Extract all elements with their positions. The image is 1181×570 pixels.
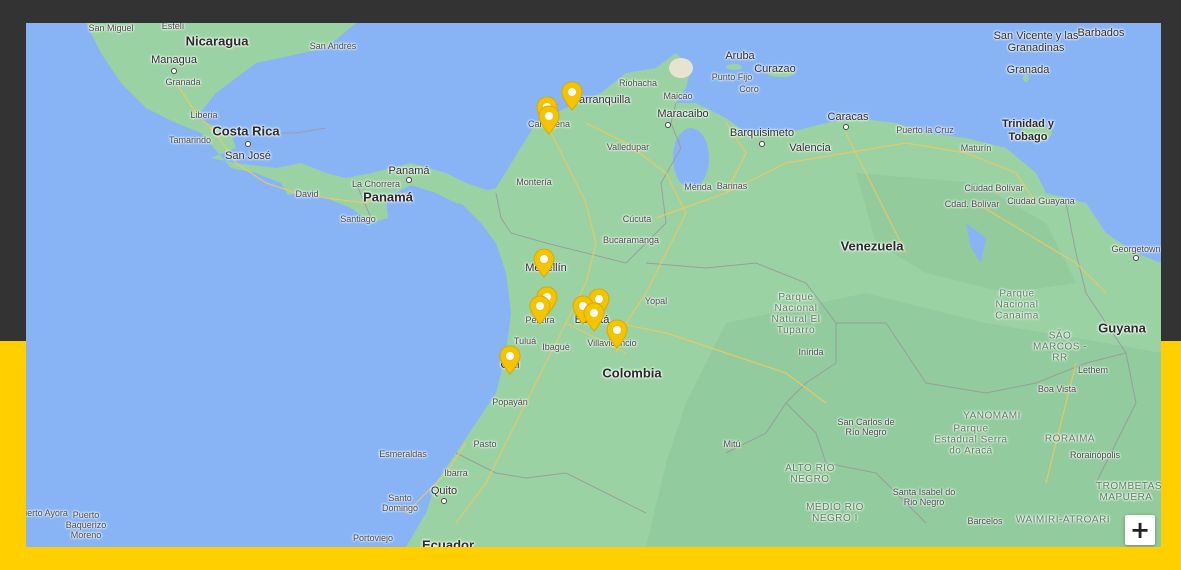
label-city-panama: Panamá — [388, 165, 430, 177]
label-city-curazao: Curazao — [754, 63, 796, 75]
label-country-trinidad: Trinidad y Tobago — [1002, 118, 1054, 143]
label-city-santa-isabel: Santa Isabel do Rio Negro — [892, 487, 956, 507]
label-city-yopal: Yopal — [644, 296, 668, 306]
label-city-cucuta: Cúcuta — [622, 214, 652, 224]
city-dot-managua — [171, 68, 177, 74]
label-city-quito: Quito — [430, 485, 458, 497]
city-dot-quito — [441, 498, 447, 504]
label-country-ecuador: Ecuador — [421, 537, 475, 548]
location-pin-icon[interactable] — [561, 81, 583, 111]
label-city-san-vicente: San Vicente y las Granadinas — [993, 30, 1079, 54]
location-pin-icon[interactable] — [538, 105, 560, 135]
label-region-canaima: Parque Nacional Canaima — [995, 288, 1039, 322]
label-city-maracaibo: Maracaibo — [657, 108, 709, 120]
location-pin-icon[interactable] — [529, 295, 551, 325]
label-city-granada-ni: Granada — [165, 77, 201, 87]
label-city-barcelos: Barcelos — [967, 516, 1003, 526]
label-city-managua: Managua — [151, 54, 197, 66]
label-region-sao-marcos: SÃO MARCOS - RR — [1033, 330, 1087, 364]
location-pin-icon[interactable] — [606, 319, 628, 349]
label-country-guyana: Guyana — [1098, 320, 1146, 336]
city-dot-maracaibo — [665, 122, 671, 128]
label-city-santo-domingo: Santo Domingo — [381, 493, 419, 513]
label-city-rorainopolis: Rorainópolis — [1069, 450, 1121, 460]
label-city-boa-vista: Boa Vista — [1037, 384, 1077, 394]
map-viewport[interactable]: Nicaragua Costa Rica Panamá Venezuela Co… — [26, 23, 1161, 547]
label-city-ciudad-bolivar: Ciudad Bolívar — [964, 183, 1024, 193]
label-city-ibarra: Ibarra — [444, 468, 468, 478]
label-city-punto-fijo: Punto Fijo — [711, 72, 753, 82]
label-city-maicao: Maicao — [663, 91, 693, 101]
city-dot-panama — [406, 177, 412, 183]
label-country-venezuela: Venezuela — [840, 238, 904, 254]
label-city-lethem: Lethem — [1077, 365, 1109, 375]
city-dot-barquisimeto — [759, 141, 765, 147]
label-country-nicaragua: Nicaragua — [185, 33, 249, 49]
location-pin-icon[interactable] — [533, 248, 555, 278]
label-city-david: David — [295, 189, 319, 199]
label-city-san-miguel: San Miguel — [88, 23, 134, 33]
label-city-portoviejo: Portoviejo — [352, 533, 394, 543]
label-city-coro: Coro — [739, 84, 759, 94]
label-city-cdad-bolivar: Cdad. Bolívar — [944, 199, 1000, 209]
city-dot-georgetown — [1133, 255, 1139, 261]
label-city-santiago: Santiago — [340, 214, 376, 224]
label-region-aracá: Parque Estadual Serra do Aracá — [934, 423, 1008, 457]
label-city-caracas: Caracas — [827, 111, 869, 123]
label-region-medio-rio-negro: MÉDIO RIO NEGRO I — [806, 502, 864, 524]
label-city-inirida: Inírida — [798, 347, 824, 357]
label-region-tuparro: Parque Nacional Natural El Tuparro — [771, 292, 821, 336]
label-city-puerto-baquerizo: Puerto Baquerizo Moreno — [65, 510, 107, 540]
label-city-barbados: Barbados — [1077, 27, 1125, 39]
label-city-ciudad-guayana: Ciudad Guayana — [1007, 196, 1075, 206]
city-dot-caracas — [843, 124, 849, 130]
label-city-bucaramanga: Bucaramanga — [602, 235, 660, 245]
location-pin-icon[interactable] — [583, 302, 605, 332]
label-city-barquisimeto: Barquisimeto — [729, 127, 795, 139]
label-city-riohacha: Riohacha — [618, 78, 658, 88]
label-city-monteria: Montería — [516, 177, 552, 187]
label-city-san-jose: San José — [225, 150, 271, 162]
zoom-in-button[interactable]: + — [1125, 515, 1155, 545]
label-city-popayan: Popayán — [492, 397, 528, 407]
label-city-esmeraldas: Esmeraldas — [379, 449, 427, 459]
label-region-yanomami: YANOMAMI — [963, 410, 1021, 422]
label-region-waimiri: WAIMIRI-ATROARI — [1015, 514, 1111, 526]
label-city-liberia: Liberia — [190, 110, 218, 120]
label-city-valledupar: Valledupar — [606, 142, 650, 152]
label-country-panama: Panamá — [363, 189, 413, 205]
label-city-aruba: Aruba — [725, 50, 755, 62]
label-city-san-andres: San Andrés — [309, 41, 357, 51]
label-country-colombia: Colombia — [602, 365, 662, 381]
label-city-puerto-la-cruz: Puerto la Cruz — [896, 125, 954, 135]
label-city-san-carlos: San Carlos de Río Negro — [837, 417, 895, 437]
city-dot-san-jose — [245, 141, 251, 147]
label-region-trombetas: TROMBETAS/ MAPUERA — [1096, 481, 1161, 503]
label-city-georgetown: Georgetown — [1111, 244, 1161, 254]
label-city-maturin: Maturín — [960, 143, 992, 153]
label-city-esteli: Estelí — [161, 23, 185, 31]
label-region-alto-rio-negro: ALTO RIO NEGRO — [785, 463, 835, 485]
label-city-la-chorrera: La Chorrera — [351, 179, 401, 189]
location-pin-icon[interactable] — [499, 345, 521, 375]
label-city-ibague: Ibagué — [542, 342, 570, 352]
label-city-pasto: Pasto — [473, 439, 497, 449]
label-region-roraima: RORAIMA — [1044, 433, 1096, 445]
label-city-merida: Mérida — [684, 182, 712, 192]
label-city-tamarindo: Tamarindo — [168, 135, 212, 145]
label-city-granada-gd: Granada — [1006, 64, 1050, 76]
label-city-barinas: Barinas — [716, 181, 748, 191]
label-country-costa-rica: Costa Rica — [212, 123, 280, 139]
label-city-valencia: Valencia — [789, 142, 831, 154]
label-city-mitu: Mitú — [723, 439, 741, 449]
